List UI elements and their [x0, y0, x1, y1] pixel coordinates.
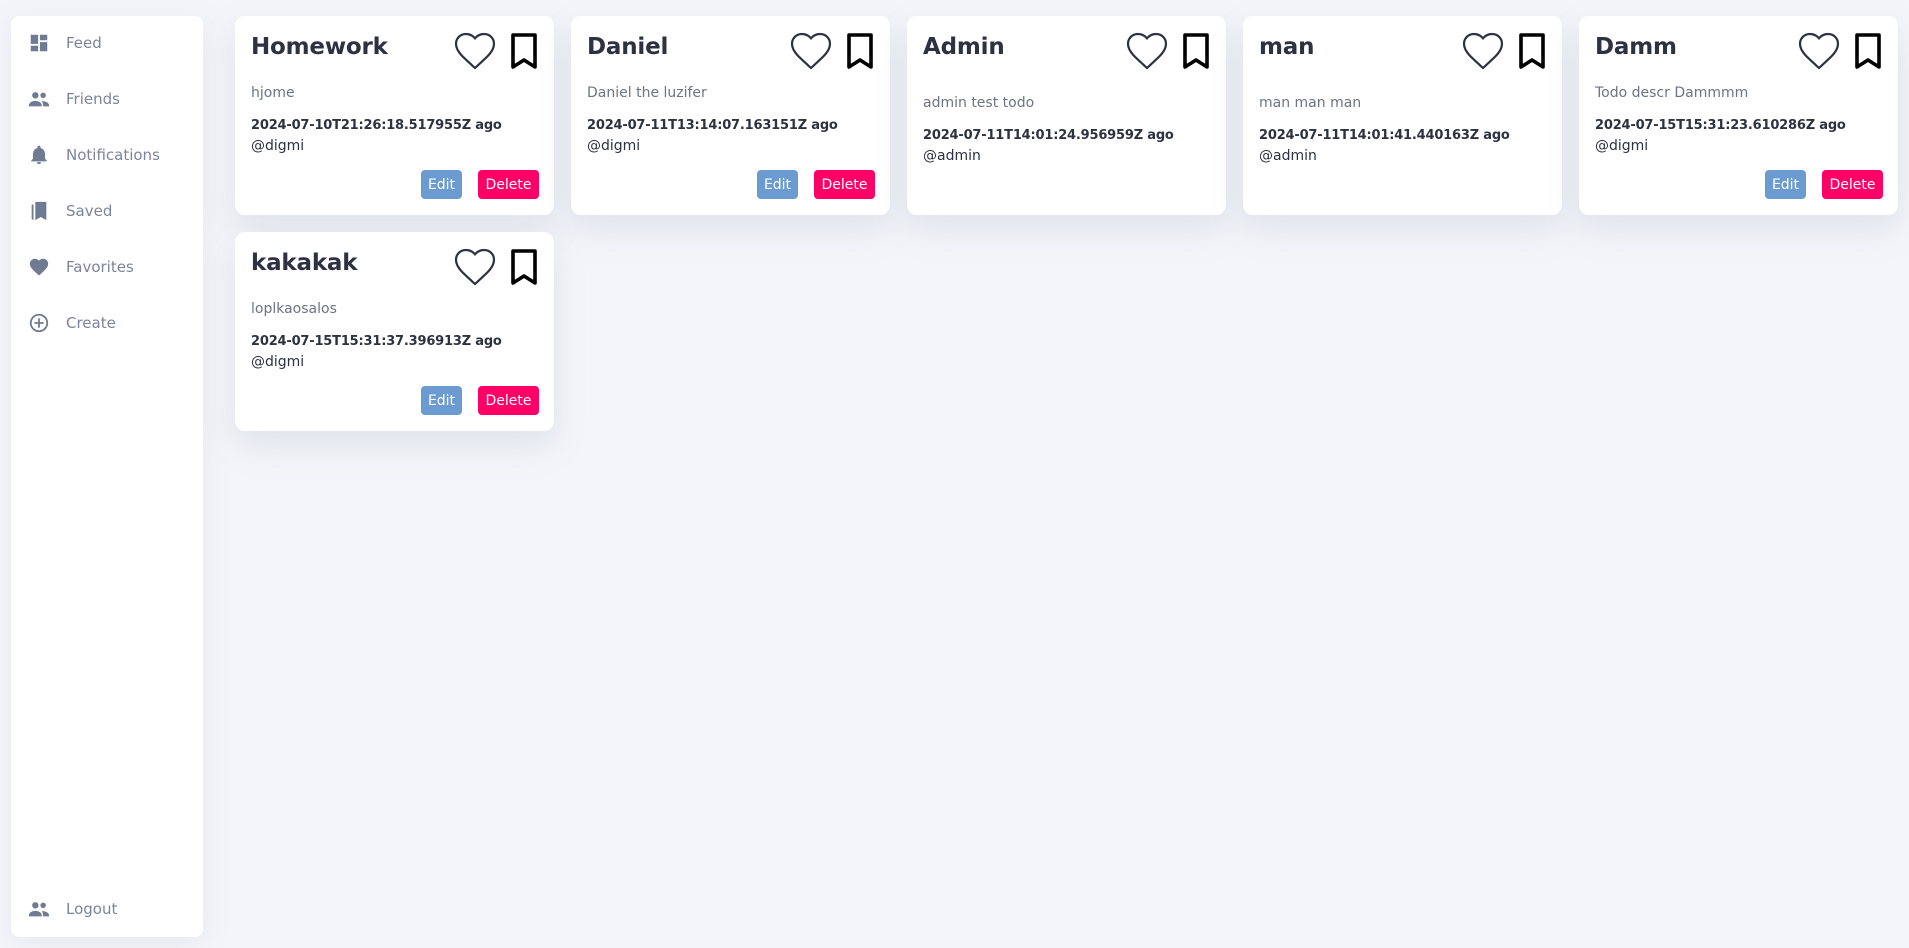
card-title: Damm [1595, 34, 1677, 60]
todo-card: Daniel Daniel the luzifer 2024-07-11T13:… [571, 16, 890, 215]
card-user: @admin [923, 148, 981, 164]
card-description: loplkaosalos [251, 301, 337, 317]
heart-icon[interactable] [1461, 31, 1505, 71]
todo-card: Homework hjome 2024-07-10T21:26:18.51795… [235, 16, 554, 215]
card-date: 2024-07-15T15:31:23.610286Z ago [1595, 118, 1846, 133]
todo-card: Damm Todo descr Dammmm 2024-07-15T15:31:… [1579, 16, 1898, 215]
sidebar-item-saved[interactable]: Saved [11, 191, 203, 231]
sidebar-item-label: Favorites [66, 258, 134, 276]
card-title: Homework [251, 34, 388, 60]
card-date: 2024-07-10T21:26:18.517955Z ago [251, 118, 502, 133]
card-title: man [1259, 34, 1315, 60]
sidebar-item-favorites[interactable]: Favorites [11, 247, 203, 287]
card-user: @digmi [251, 138, 305, 154]
edit-button[interactable]: Edit [757, 170, 798, 199]
bookmark-icon[interactable] [507, 31, 541, 71]
card-user: @digmi [251, 354, 305, 370]
sidebar-item-label: Friends [66, 90, 120, 108]
sidebar-item-feed[interactable]: Feed [11, 23, 203, 63]
bookmark-icon[interactable] [1515, 31, 1549, 71]
card-title: Daniel [587, 34, 669, 60]
logout-label: Logout [66, 900, 118, 918]
todo-card: kakakak loplkaosalos 2024-07-15T15:31:37… [235, 232, 554, 431]
card-title: Admin [923, 34, 1005, 60]
delete-button[interactable]: Delete [478, 386, 539, 415]
bookmark-icon[interactable] [507, 247, 541, 287]
heart-icon[interactable] [453, 247, 497, 287]
bookmark-icon[interactable] [1851, 31, 1885, 71]
card-description: Todo descr Dammmm [1595, 85, 1749, 101]
card-description: admin test todo [923, 95, 1035, 111]
sidebar-item-friends[interactable]: Friends [11, 79, 203, 119]
edit-button[interactable]: Edit [1765, 170, 1806, 199]
edit-button[interactable]: Edit [421, 170, 462, 199]
card-date: 2024-07-15T15:31:37.396913Z ago [251, 334, 502, 349]
sidebar-item-label: Notifications [66, 146, 160, 164]
card-date: 2024-07-11T14:01:24.956959Z ago [923, 128, 1174, 143]
delete-button[interactable]: Delete [1822, 170, 1883, 199]
card-user: @digmi [587, 138, 641, 154]
todo-card: man man man man 2024-07-11T14:01:41.4401… [1243, 16, 1562, 215]
sidebar: Feed Friends Notifications Saved Favorit… [11, 16, 203, 937]
people-icon [27, 897, 51, 921]
card-description: Daniel the luzifer [587, 85, 707, 101]
sidebar-item-label: Create [66, 314, 116, 332]
card-description: man man man [1259, 95, 1362, 111]
heart-icon [27, 255, 51, 279]
sidebar-item-notifications[interactable]: Notifications [11, 135, 203, 175]
card-user: @admin [1259, 148, 1317, 164]
people-icon [27, 87, 51, 111]
sidebar-item-label: Saved [66, 202, 113, 220]
card-user: @digmi [1595, 138, 1649, 154]
todo-card: Admin admin test todo 2024-07-11T14:01:2… [907, 16, 1226, 215]
sidebar-item-logout[interactable]: Logout [11, 889, 203, 929]
heart-icon[interactable] [789, 31, 833, 71]
plus-circle-icon [27, 311, 51, 335]
card-title: kakakak [251, 250, 358, 276]
delete-button[interactable]: Delete [478, 170, 539, 199]
sidebar-item-label: Feed [66, 34, 102, 52]
card-description: hjome [251, 85, 295, 101]
card-date: 2024-07-11T14:01:41.440163Z ago [1259, 128, 1510, 143]
bookmarks-icon [27, 199, 51, 223]
heart-icon[interactable] [1125, 31, 1169, 71]
heart-icon[interactable] [1797, 31, 1841, 71]
card-date: 2024-07-11T13:14:07.163151Z ago [587, 118, 838, 133]
sidebar-item-create[interactable]: Create [11, 303, 203, 343]
bookmark-icon[interactable] [843, 31, 877, 71]
delete-button[interactable]: Delete [814, 170, 875, 199]
dashboard-icon [27, 31, 51, 55]
bookmark-icon[interactable] [1179, 31, 1213, 71]
bell-icon [27, 143, 51, 167]
heart-icon[interactable] [453, 31, 497, 71]
edit-button[interactable]: Edit [421, 386, 462, 415]
